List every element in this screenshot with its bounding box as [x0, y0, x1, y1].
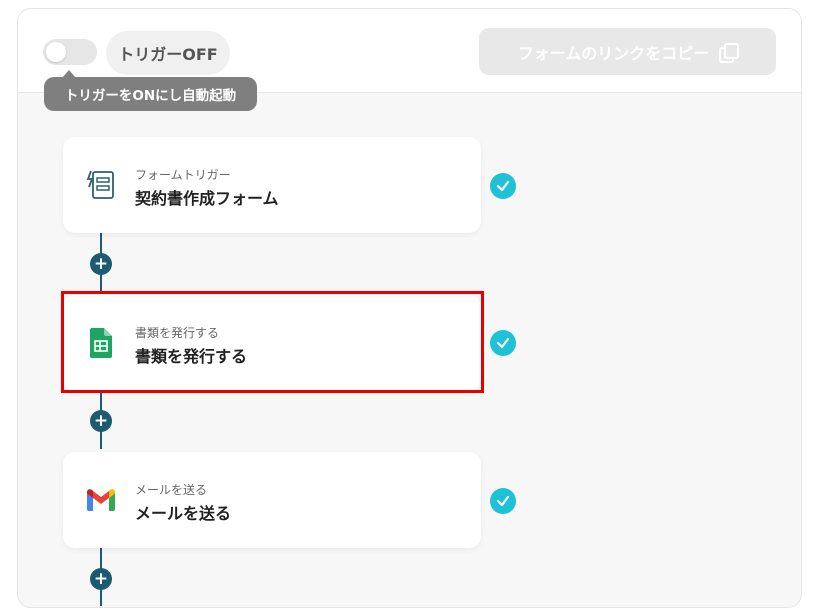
add-step-button[interactable]: + — [90, 253, 112, 275]
check-icon — [490, 173, 516, 199]
check-icon — [490, 488, 516, 514]
copy-form-link-label: フォームのリンクをコピー — [517, 43, 710, 63]
step-title: メールを送る — [135, 504, 232, 523]
add-step-button[interactable]: + — [90, 568, 112, 590]
step-card-form-trigger[interactable]: フォームトリガー 契約書作成フォーム — [63, 137, 481, 233]
toggle-knob — [46, 42, 66, 62]
step-subtitle: 書類を発行する — [135, 326, 220, 340]
step-card-send-mail[interactable]: メールを送る メールを送る — [63, 452, 481, 548]
step-title: 書類を発行する — [135, 347, 248, 366]
step-card-issue-document[interactable]: 書類を発行する 書類を発行する — [63, 295, 481, 391]
step-subtitle: フォームトリガー — [135, 168, 231, 182]
trigger-status-label: トリガーOFF — [106, 31, 230, 75]
trigger-toggle[interactable] — [43, 39, 97, 65]
add-step-button[interactable]: + — [90, 410, 112, 432]
copy-icon — [719, 42, 740, 63]
step-title: 契約書作成フォーム — [135, 189, 279, 208]
check-icon — [490, 330, 516, 356]
form-trigger-icon — [85, 169, 117, 201]
copy-form-link-button[interactable]: フォームのリンクをコピー — [479, 28, 776, 75]
flow-panel: トリガーOFF フォームのリンクをコピー トリガーをONにし自動起動 + + +… — [17, 8, 802, 608]
trigger-tooltip: トリガーをONにし自動起動 — [44, 70, 257, 111]
gmail-icon — [85, 484, 117, 516]
google-sheets-icon — [85, 327, 117, 359]
step-subtitle: メールを送る — [135, 483, 208, 497]
